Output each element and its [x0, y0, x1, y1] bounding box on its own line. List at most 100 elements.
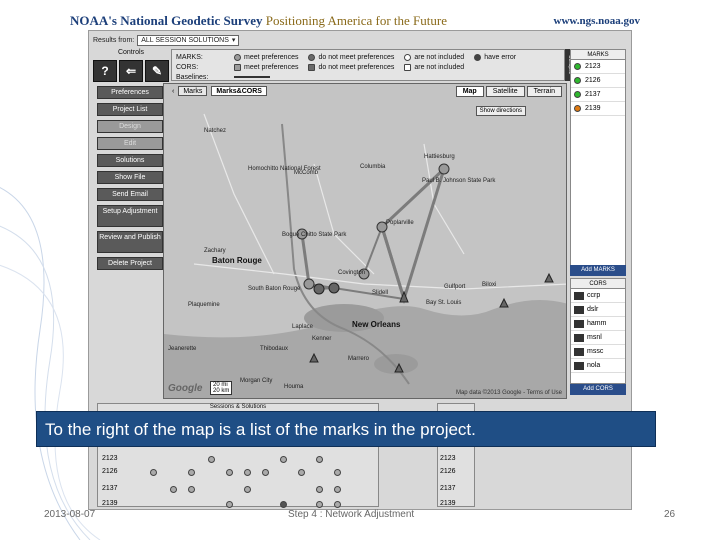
menu-item-show-file[interactable]: Show File [97, 171, 163, 184]
mark-status-icon [574, 105, 581, 112]
cors-id: nola [587, 362, 601, 369]
place-label: New Orleans [352, 320, 401, 329]
marks-list: 2123 2126 2137 2139 [571, 60, 625, 116]
cors-id: msnl [587, 334, 602, 341]
footer-page-number: 26 [664, 509, 676, 520]
session-status-icon [244, 469, 251, 476]
place-label: Bay St. Louis [426, 300, 462, 306]
cors-id: hamm [587, 320, 607, 327]
legend-baselines-row: Baselines: [176, 72, 560, 82]
map-nav-arrow-icon[interactable]: ‹ [172, 88, 174, 95]
place-label: Bogue Chitto State Park [282, 232, 347, 238]
session-status-icon [334, 501, 341, 508]
legend-meet-text: meet preferences [244, 53, 299, 61]
session-right-id: 2123 [440, 455, 456, 462]
place-label: Poplarville [386, 220, 414, 226]
show-directions-button[interactable]: Show directions [475, 106, 526, 116]
menu-item-review-and-publish[interactable]: Review and Publish [97, 231, 163, 253]
place-label: Kenner [312, 336, 332, 342]
menu-item-setup-adjustment[interactable]: Setup Adjustment [97, 205, 163, 227]
session-row[interactable]: 2126 [98, 466, 380, 478]
question-icon[interactable]: ? [93, 60, 117, 82]
place-label: Gulfport [444, 284, 466, 290]
session-row[interactable]: 2137 [98, 483, 380, 495]
session-status-icon [280, 501, 287, 508]
mark-id: 2123 [585, 63, 601, 70]
menu-item-edit[interactable]: Edit [97, 137, 163, 150]
menu-item-project-list[interactable]: Project List [97, 103, 163, 116]
session-mark-id: 2123 [102, 455, 118, 462]
map-type-satellite[interactable]: Satellite [485, 86, 525, 97]
cors-list-item[interactable]: ccrp [571, 289, 625, 303]
legend-not-meet: do not meet preferences [308, 53, 395, 61]
legend-cors-label: CORS: [176, 63, 199, 71]
legend-meet: meet preferences [234, 53, 299, 61]
results-bar: Results from: ALL SESSION SOLUTIONS ▾ [93, 33, 240, 47]
view-marks-button[interactable]: Marks [178, 86, 208, 96]
error-dot-icon [474, 53, 482, 61]
place-label: Plaquemine [188, 302, 220, 308]
place-label: Hattiesburg [424, 154, 455, 160]
map-type-map[interactable]: Map [455, 86, 484, 97]
hatched-dot-icon [308, 53, 316, 61]
back-arrow-icon[interactable]: ⇐ [119, 60, 143, 82]
cors-list-panel: CORS ccrp dslr hamm msnl mssc nola [570, 278, 626, 384]
map-view[interactable]: ‹ Marks Marks&CORS Map Satellite Terrain… [163, 83, 567, 399]
session-status-icon [226, 501, 233, 508]
place-label: Biloxi [482, 282, 497, 288]
session-mark-id: 2126 [102, 468, 118, 475]
cors-list-item[interactable]: dslr [571, 303, 625, 317]
place-label: Zachary [204, 248, 226, 254]
session-status-icon [298, 469, 305, 476]
cors-list-item[interactable]: nola [571, 359, 625, 373]
ngs-url[interactable]: www.ngs.noaa.gov [554, 15, 641, 27]
session-right-id: 2139 [440, 500, 456, 507]
gray-dot-icon [234, 53, 241, 61]
menu-item-delete-project[interactable]: Delete Project [97, 257, 163, 270]
cors-station-icon [574, 291, 584, 300]
mark-list-item[interactable]: 2123 [571, 60, 625, 74]
map-scale: 20 mi 20 km [210, 381, 233, 395]
cors-panel-title: CORS [571, 279, 625, 289]
menu-item-solutions[interactable]: Solutions [97, 154, 163, 167]
cors-list-item[interactable]: mssc [571, 345, 625, 359]
add-marks-button[interactable]: Add MARKS [570, 265, 626, 276]
chevron-down-icon: ▾ [231, 37, 236, 44]
session-status-icon [188, 486, 195, 493]
map-type-terrain[interactable]: Terrain [526, 86, 562, 97]
add-cors-button[interactable]: Add CORS [570, 384, 626, 395]
project-menu: Preferences Project List Design Edit Solutio… [97, 86, 163, 274]
cors-list-item[interactable]: hamm [571, 317, 625, 331]
view-marks-cors-button[interactable]: Marks&CORS [211, 86, 267, 96]
legend-cors-not-meet: do not meet preferences [308, 63, 394, 71]
mark-list-item[interactable]: 2139 [571, 102, 625, 116]
cors-station-icon [574, 333, 584, 342]
session-status-icon [262, 469, 269, 476]
place-label: Slidell [372, 290, 389, 296]
map-type-buttons: Map Satellite Terrain [455, 86, 562, 97]
brand-tagline: Positioning America for the Future [265, 13, 447, 28]
place-label: Columbia [360, 164, 386, 170]
mark-list-item[interactable]: 2137 [571, 88, 625, 102]
results-value: ALL SESSION SOLUTIONS [141, 36, 229, 44]
footer-date: 2013-08-07 [44, 509, 96, 520]
session-status-icon [208, 456, 215, 463]
legend-baselines-label: Baselines: [176, 73, 209, 81]
results-select[interactable]: ALL SESSION SOLUTIONS ▾ [137, 34, 240, 46]
ngs-header: NOAA's National Geodetic Survey Position… [70, 10, 640, 32]
menu-item-send-email[interactable]: Send Email [97, 188, 163, 201]
slide-caption: To the right of the map is a list of the… [36, 411, 656, 447]
place-label: Jeanerette [168, 346, 197, 352]
legend-not-included: are not included [404, 53, 464, 61]
session-row[interactable]: 2123 [98, 453, 380, 465]
menu-item-design[interactable]: Design [97, 120, 163, 133]
tool-icon[interactable]: ✎ [145, 60, 169, 82]
legend-cors-not-included: are not included [404, 63, 464, 71]
place-label: South Baton Rouge [248, 286, 301, 292]
legend-not-meet-text: do not meet preferences [318, 53, 395, 61]
menu-item-preferences[interactable]: Preferences [97, 86, 163, 99]
map-attribution[interactable]: Map data ©2013 Google - Terms of Use [456, 390, 562, 396]
mark-list-item[interactable]: 2126 [571, 74, 625, 88]
scale-km: 20 km [213, 388, 230, 394]
cors-list-item[interactable]: msnl [571, 331, 625, 345]
